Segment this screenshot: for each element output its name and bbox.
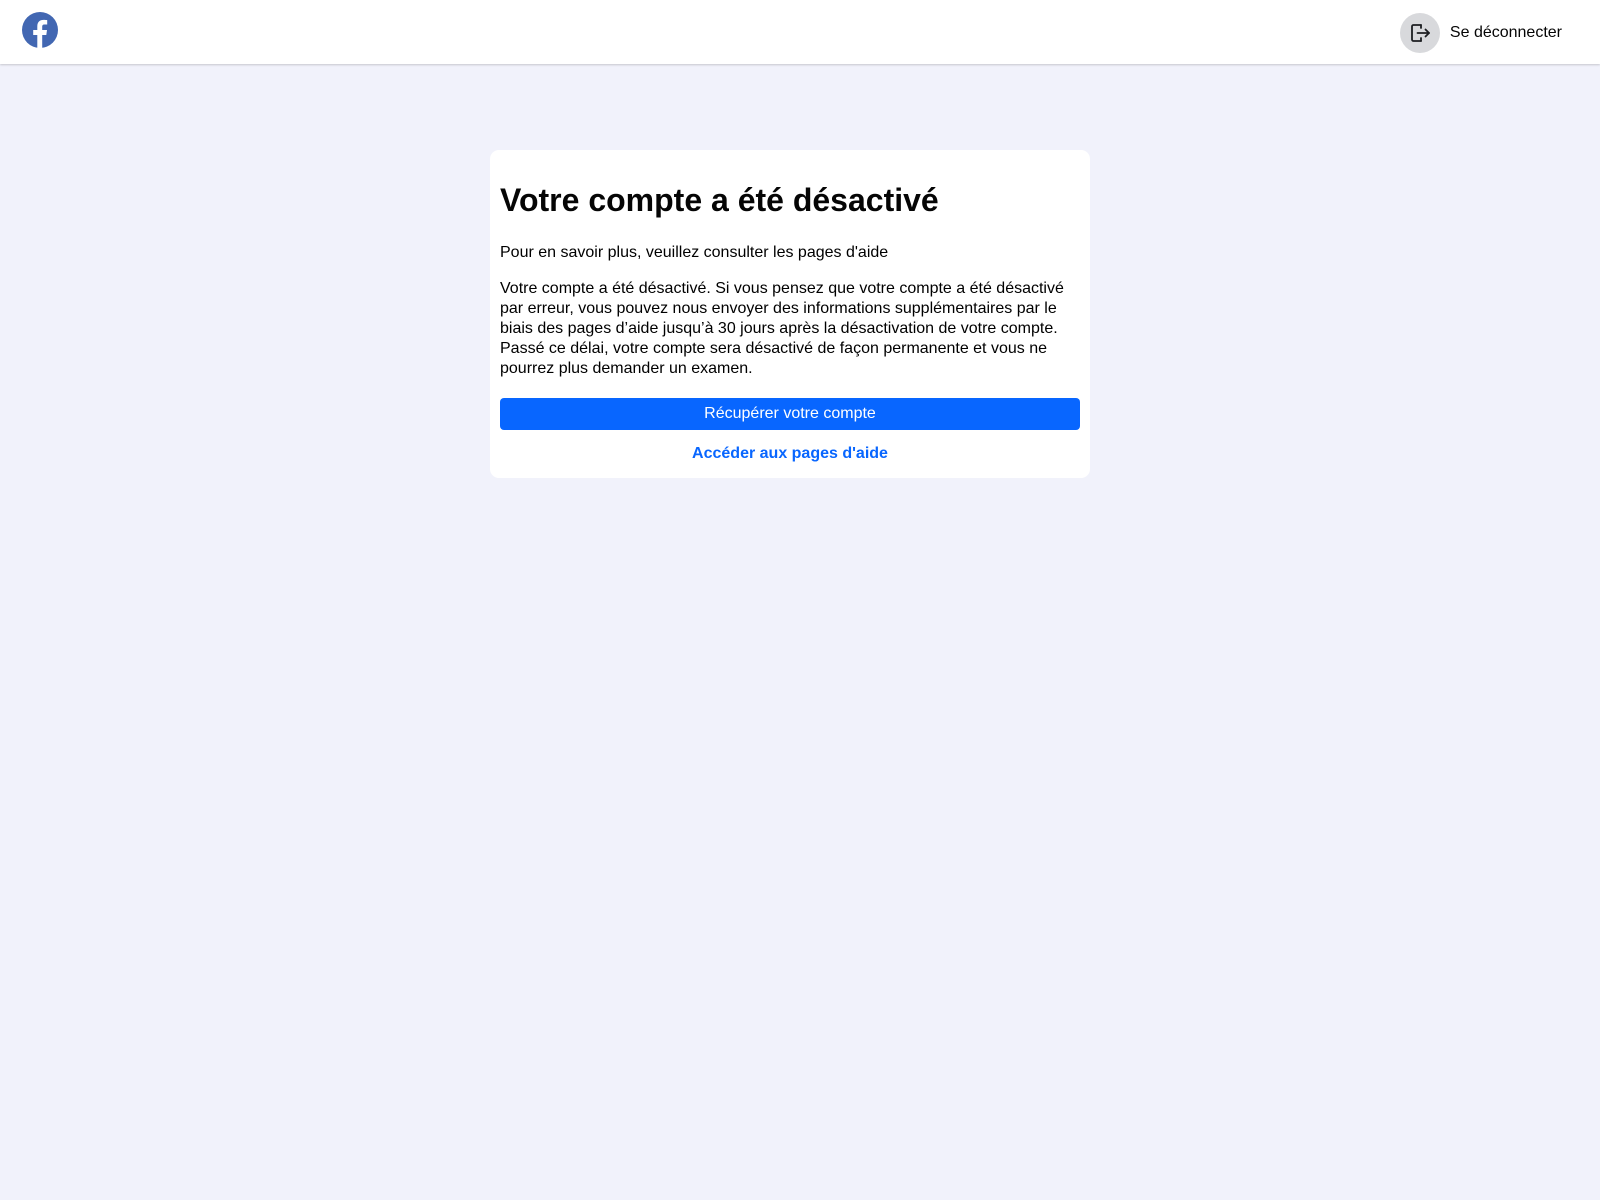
top-navigation-bar: Se déconnecter	[0, 0, 1600, 64]
logout-button[interactable]: Se déconnecter	[1399, 13, 1562, 53]
logout-label: Se déconnecter	[1449, 24, 1562, 41]
intro-text: Pour en savoir plus, veuillez consulter …	[500, 244, 889, 261]
explanation-text: Votre compte a été désactivé. Si vous pe…	[500, 280, 1064, 377]
recover-account-button[interactable]: Récupérer votre compte	[500, 398, 1080, 430]
account-disabled-card: Votre compte a été désactivé Pour en sav…	[490, 150, 1090, 478]
page-title: Votre compte a été désactivé	[500, 182, 939, 218]
help-pages-link[interactable]: Accéder aux pages d'aide	[500, 445, 1080, 463]
facebook-logo-icon[interactable]	[22, 12, 58, 48]
logout-arrow-icon	[1399, 13, 1440, 53]
